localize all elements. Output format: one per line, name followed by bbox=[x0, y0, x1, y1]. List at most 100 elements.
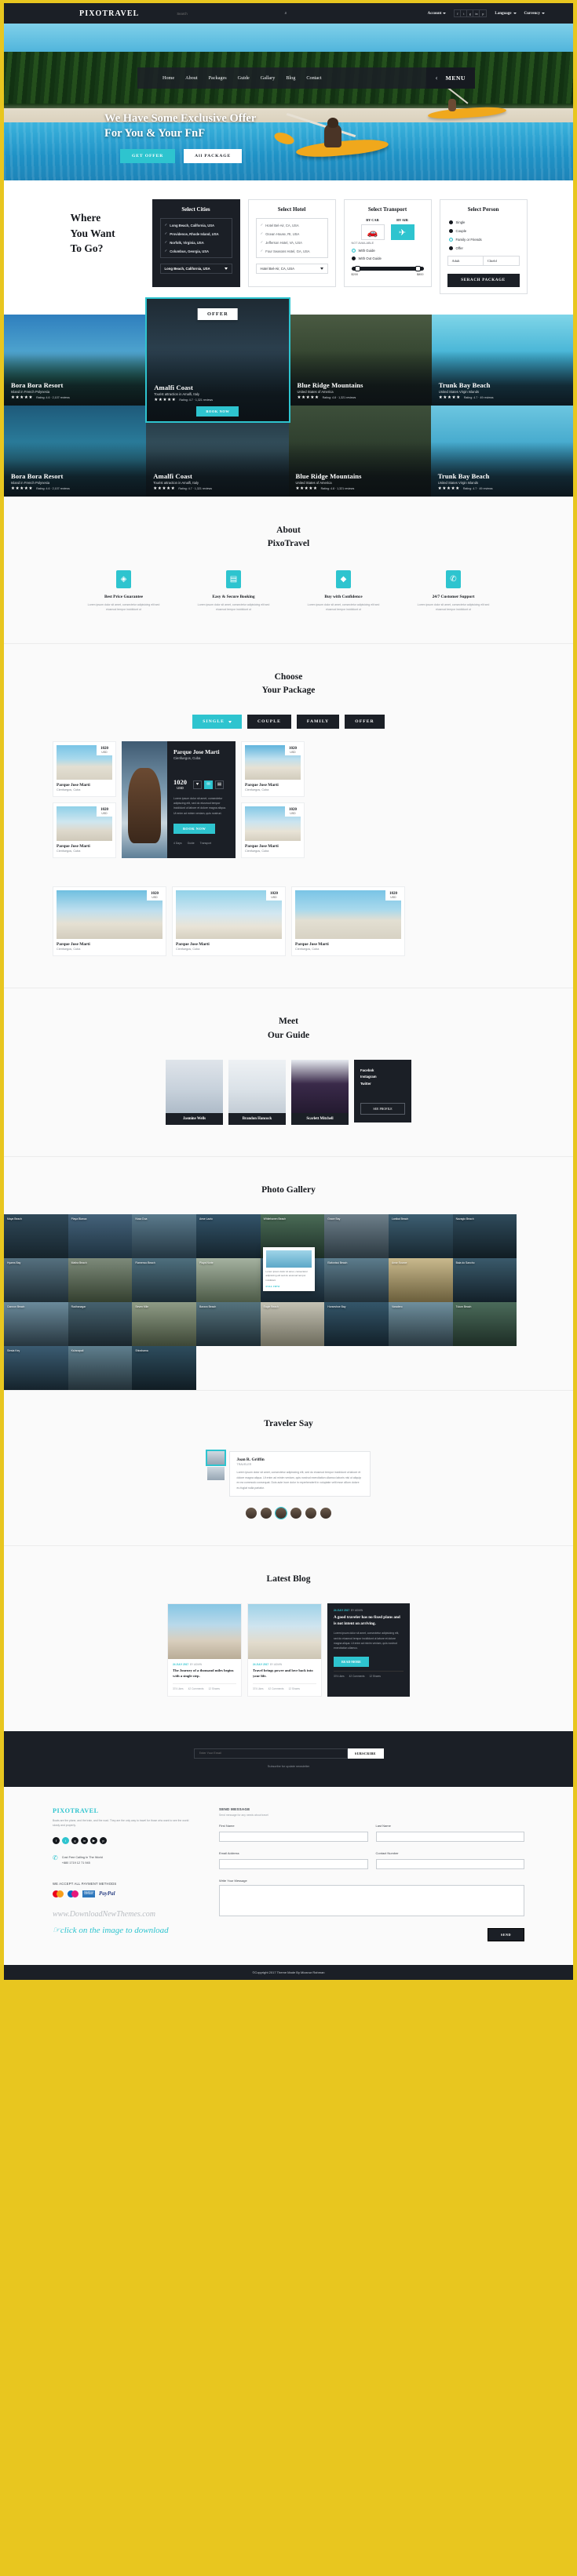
gallery-item[interactable]: Tulum Beach bbox=[452, 1302, 517, 1346]
linkedin-icon[interactable]: in bbox=[81, 1837, 88, 1845]
with-guide-option[interactable]: With Guide bbox=[351, 249, 424, 253]
nav-item-guide[interactable]: Guide bbox=[238, 75, 250, 81]
send-button[interactable]: SEND bbox=[487, 1927, 524, 1941]
person-option-single[interactable]: Single bbox=[448, 220, 484, 224]
gallery-item[interactable]: Maya Beach bbox=[4, 1214, 68, 1258]
testimonial-avatar[interactable] bbox=[290, 1508, 301, 1519]
menu-toggle[interactable]: ‹ MENU bbox=[425, 67, 475, 89]
gallery-item[interactable]: Baia do Sancho bbox=[452, 1258, 517, 1302]
destination-card-offer[interactable]: OFFER Amalfi Coast Tourist attraction in… bbox=[145, 297, 290, 423]
gallery-item[interactable]: Horseshoe Bay bbox=[324, 1302, 389, 1346]
all-package-button[interactable]: All PACKAGE bbox=[184, 149, 243, 164]
pinterest-icon[interactable]: p bbox=[480, 10, 486, 16]
destination-card[interactable]: Blue Ridge Mountains United States of Am… bbox=[288, 406, 431, 497]
package-card[interactable]: 1020 USD Parque Jose Marti Cienfuegos, Cu… bbox=[241, 741, 305, 798]
search-package-button[interactable]: SERACH PACKAGE bbox=[447, 274, 520, 287]
package-featured-card[interactable]: Parque Jose Marti Cienfuegos, Cuba 1020 U… bbox=[122, 741, 236, 859]
guide-card[interactable]: Scarlett Mitchell bbox=[291, 1059, 349, 1125]
city-option[interactable]: ✓ Columbus, Georgia, USA bbox=[165, 249, 228, 253]
destination-card[interactable]: Bora Bora Resort Island in French Polyne… bbox=[4, 406, 147, 497]
gallery-item[interactable]: Hyams Bay bbox=[4, 1258, 68, 1302]
currency-menu[interactable]: Currency bbox=[524, 12, 545, 16]
facebook-icon[interactable]: f bbox=[455, 10, 462, 16]
hotel-option[interactable]: ✓ Four Seasons Hotel, GA, USA bbox=[261, 249, 323, 253]
testimonial-avatar-active[interactable] bbox=[275, 1507, 287, 1520]
gallery-item[interactable]: Cannon Beach bbox=[4, 1302, 68, 1346]
tab-offer[interactable]: OFFER bbox=[345, 715, 385, 730]
plane-icon[interactable]: ✈ bbox=[390, 224, 414, 240]
person-option-couple[interactable]: Couple bbox=[448, 229, 484, 233]
heart-icon[interactable]: ♥ bbox=[193, 780, 202, 789]
twitter-icon[interactable]: t bbox=[62, 1837, 69, 1845]
contact-input[interactable] bbox=[375, 1858, 524, 1869]
guide-card[interactable]: Brandon Hancock bbox=[228, 1059, 286, 1125]
car-icon[interactable]: 🚗 bbox=[360, 224, 385, 240]
gallery-item[interactable]: Eagle Beach bbox=[260, 1302, 325, 1346]
last-name-input[interactable] bbox=[375, 1831, 524, 1842]
destination-card[interactable]: Trunk Bay Beach United States Virgin Isl… bbox=[431, 315, 573, 406]
google-icon[interactable]: g bbox=[467, 10, 474, 16]
nav-item-about[interactable]: About bbox=[185, 75, 197, 81]
package-card[interactable]: 1020 USD Parque Jose Marti Cienfuegos, Cu… bbox=[241, 802, 305, 859]
gallery-item[interactable]: Anse Source bbox=[388, 1258, 453, 1302]
testimonial-avatar[interactable] bbox=[246, 1508, 257, 1519]
youtube-icon[interactable]: ▶ bbox=[90, 1837, 97, 1845]
guide-social-twitter[interactable]: Twitter bbox=[360, 1081, 405, 1088]
person-option-offer[interactable]: Offer bbox=[448, 246, 484, 250]
pinterest-icon[interactable]: p bbox=[100, 1837, 107, 1845]
gallery-item[interactable]: Bavaro Beach bbox=[195, 1302, 261, 1346]
newsletter-email-input[interactable] bbox=[193, 1748, 348, 1759]
topbar-social-group[interactable]: f t g in p bbox=[454, 9, 488, 17]
package-card[interactable]: 1020 USD Parque Jose Marti Cienfuegos, Cu… bbox=[53, 741, 116, 798]
subscribe-button[interactable]: SUBSCRIBE bbox=[347, 1748, 384, 1759]
tab-family[interactable]: FAMILY bbox=[296, 715, 340, 730]
nav-item-packages[interactable]: Packages bbox=[209, 75, 227, 81]
hotel-option[interactable]: ✓ Hotel Bel-Air, CA, USA bbox=[261, 223, 323, 227]
chevron-left-icon[interactable]: ‹ bbox=[436, 75, 438, 82]
gallery-item[interactable]: Playa Blanca bbox=[68, 1214, 133, 1258]
google-icon[interactable]: g bbox=[71, 1837, 79, 1845]
gallery-item[interactable]: Ka'anapali bbox=[68, 1346, 133, 1390]
language-menu[interactable]: Language bbox=[495, 12, 517, 16]
message-textarea[interactable] bbox=[219, 1884, 524, 1916]
mail-icon[interactable]: ✉ bbox=[204, 780, 213, 789]
testimonial-avatar[interactable] bbox=[261, 1508, 272, 1519]
blog-featured-card[interactable]: 24 JULY 2017 BY ADMIN A good traveler ha… bbox=[327, 1603, 410, 1697]
gallery-item[interactable]: Siesta Key bbox=[4, 1346, 68, 1390]
gallery-item[interactable]: Nusa Dua bbox=[132, 1214, 196, 1258]
calendar-icon[interactable]: ▤ bbox=[215, 780, 224, 789]
destination-card[interactable]: Trunk Bay Beach United States Virgin Isl… bbox=[430, 406, 573, 497]
email-input[interactable] bbox=[219, 1858, 368, 1869]
guide-social-facebook[interactable]: Facebok bbox=[360, 1068, 405, 1075]
get-offer-button[interactable]: GET OFFER bbox=[120, 149, 176, 164]
transport-car[interactable]: BY CAR 🚗 bbox=[360, 218, 385, 240]
city-option[interactable]: ✓ Long Beach, California, USA bbox=[165, 223, 228, 227]
search-input[interactable] bbox=[177, 11, 272, 16]
blog-card[interactable]: 24 JULY 2017 BY ADMIN The Journey of a t… bbox=[167, 1603, 242, 1697]
package-card[interactable]: 1020 USD Parque Jose Marti Cienfuegos, Cu… bbox=[291, 886, 405, 957]
gallery-item[interactable]: Lanikai Beach bbox=[388, 1214, 453, 1258]
see-profile-button[interactable]: SEE PROFILE bbox=[360, 1102, 405, 1115]
slider-handle-min[interactable] bbox=[354, 266, 360, 271]
account-menu[interactable]: Account bbox=[428, 12, 447, 16]
gallery-item[interactable]: Grace Bay bbox=[324, 1214, 389, 1258]
package-card[interactable]: 1020 USD Parque Jose Marti Cienfuegos, Cu… bbox=[53, 886, 166, 957]
package-card[interactable]: 1020 USD Parque Jose Marti Cienfuegos, Cu… bbox=[172, 886, 286, 957]
gallery-item[interactable]: Flamenco Beach bbox=[132, 1258, 196, 1302]
twitter-icon[interactable]: t bbox=[461, 10, 468, 16]
destination-card[interactable]: Blue Ridge Mountains United States of Am… bbox=[290, 315, 432, 406]
gallery-popup-link[interactable]: FULL VIEW bbox=[266, 1285, 312, 1288]
featured-book-button[interactable]: BOOK NOW bbox=[173, 823, 216, 834]
gallery-item[interactable]: Shirahama bbox=[132, 1346, 196, 1390]
child-field[interactable]: Chield bbox=[484, 257, 519, 265]
city-option[interactable]: ✓ Providence, Rhode Island, USA bbox=[165, 231, 228, 236]
adult-field[interactable]: Adult bbox=[448, 257, 484, 265]
price-range-slider[interactable] bbox=[351, 266, 424, 271]
gallery-item[interactable]: Varadero bbox=[388, 1302, 453, 1346]
gallery-item[interactable]: Anse Lazio bbox=[195, 1214, 261, 1258]
person-option-family[interactable]: Family or Friends bbox=[448, 238, 484, 242]
book-now-button[interactable]: BOOK NOW bbox=[196, 406, 239, 417]
read-more-button[interactable]: READ MORE bbox=[334, 1656, 369, 1667]
search-input-wrap[interactable]: ⌕ bbox=[177, 11, 287, 16]
testimonial-thumb[interactable] bbox=[205, 1450, 226, 1467]
